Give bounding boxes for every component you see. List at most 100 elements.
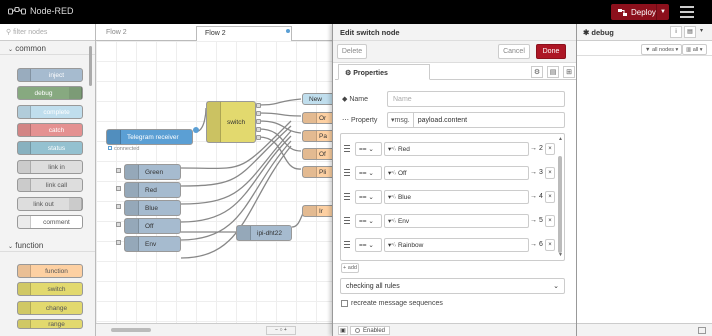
palette-node-status[interactable]: status <box>17 141 83 155</box>
info-icon[interactable]: i <box>670 26 682 38</box>
rules-scrollbar[interactable] <box>558 156 562 253</box>
output-port[interactable] <box>256 103 261 108</box>
flow-canvas[interactable]: switch Telegram receiver connected Green… <box>96 41 336 323</box>
palette-node-switch[interactable]: switch <box>17 282 83 296</box>
inject-button[interactable] <box>116 204 121 209</box>
switch-icon <box>18 283 31 295</box>
inject-button[interactable] <box>116 240 121 245</box>
palette-node-link-call[interactable]: link call <box>17 178 83 192</box>
palette-scrollbar[interactable] <box>89 46 92 86</box>
drag-handle-icon[interactable] <box>344 241 350 248</box>
horizontal-scrollbar[interactable] <box>111 328 151 332</box>
output-port[interactable] <box>256 135 261 140</box>
palette-node-link-out[interactable]: link out <box>17 197 83 211</box>
rule-value-input[interactable]: ▾ ᵃ/ₓ Red <box>384 142 529 156</box>
debug-tab-icon[interactable]: ▤ <box>684 26 696 38</box>
inject-button[interactable] <box>116 186 121 191</box>
sidebar-footer <box>577 323 712 336</box>
settings-tab-icon[interactable]: ⚙ <box>531 66 543 78</box>
right-node[interactable]: Or <box>302 112 336 124</box>
link-call-icon <box>18 179 31 191</box>
telegram-receiver-node[interactable]: Telegram receiver <box>106 129 193 145</box>
rule-operator-select[interactable]: == ⌄ <box>355 238 382 252</box>
inject-button[interactable] <box>116 168 121 173</box>
palette-node-comment[interactable]: comment <box>17 215 83 229</box>
recreate-checkbox[interactable] <box>341 299 348 307</box>
category-function[interactable]: ⌄ function <box>0 238 95 252</box>
node-new[interactable]: New <box>302 93 336 105</box>
right-node[interactable]: Ir <box>302 205 336 217</box>
property-input[interactable]: ▾ msg. payload.content <box>387 112 565 128</box>
palette-node-inject[interactable]: inject <box>17 68 83 82</box>
scroll-up-icon[interactable]: ▲ <box>558 136 563 142</box>
palette-search-input[interactable]: ⚲ filter nodes <box>0 24 95 41</box>
output-port[interactable] <box>256 127 261 132</box>
palette-node-link-in[interactable]: link in <box>17 160 83 174</box>
palette-node-catch[interactable]: catch <box>17 123 83 137</box>
scroll-down-icon[interactable]: ▼ <box>558 252 563 258</box>
remove-rule-icon[interactable]: × <box>545 143 555 155</box>
string-type-icon: ᵃ/ₓ <box>391 146 397 152</box>
palette-node-range[interactable]: range <box>17 319 83 329</box>
rule-output-port: → 6 <box>530 241 543 248</box>
rule-value-input[interactable]: ▾ ᵃ/ₓ Off <box>384 166 529 180</box>
palette-node-complete[interactable]: complete <box>17 105 83 119</box>
rule-operator-select[interactable]: == ⌄ <box>355 190 382 204</box>
rule-operator-select[interactable]: == ⌄ <box>355 166 382 180</box>
zoom-controls[interactable]: − ○ + <box>266 326 296 335</box>
output-port[interactable] <box>256 119 261 124</box>
palette-node-change[interactable]: change <box>17 301 83 315</box>
right-node[interactable]: Pa <box>302 130 336 142</box>
remove-rule-icon[interactable]: × <box>545 191 555 203</box>
inject-node-red[interactable]: Red <box>124 182 181 198</box>
done-button[interactable]: Done <box>536 44 566 59</box>
popout-icon[interactable] <box>698 327 706 334</box>
drag-handle-icon[interactable] <box>344 217 350 224</box>
tab-flow-active[interactable]: Flow 2 <box>196 26 292 41</box>
remove-rule-icon[interactable]: × <box>545 215 555 227</box>
tab-properties[interactable]: ⚙ Properties <box>338 64 430 80</box>
drag-handle-icon[interactable] <box>344 169 350 176</box>
rule-value-input[interactable]: ▾ ᵃ/ₓ Blue <box>384 190 529 204</box>
deploy-dropdown-icon[interactable]: ▼ <box>655 4 669 20</box>
category-common[interactable]: ⌄ common <box>0 41 95 55</box>
add-rule-button[interactable]: + add <box>341 263 359 273</box>
palette-search-placeholder: filter nodes <box>13 29 48 36</box>
inject-node-green[interactable]: Green <box>124 164 181 180</box>
inject-node-off[interactable]: Off <box>124 218 181 234</box>
rule-operator-select[interactable]: == ⌄ <box>355 214 382 228</box>
appearance-tab-icon[interactable]: ⊞ <box>563 66 575 78</box>
rule-value-input[interactable]: ▾ ᵃ/ₓ Rainbow <box>384 238 529 252</box>
palette-node-function[interactable]: function <box>17 264 83 278</box>
enabled-toggle[interactable]: Enabled <box>350 326 391 335</box>
debug-clear-button[interactable]: ▥ all ▾ <box>682 44 707 55</box>
delete-button[interactable]: Delete <box>337 44 367 59</box>
palette-node-debug[interactable]: debug <box>17 86 83 100</box>
inject-node-blue[interactable]: Blue <box>124 200 181 216</box>
node-help-icon[interactable]: ▣ <box>338 326 348 335</box>
description-tab-icon[interactable]: ▤ <box>547 66 559 78</box>
cancel-button[interactable]: Cancel <box>498 44 530 59</box>
sidebar-menu-icon[interactable]: ▾ <box>700 27 703 34</box>
output-port[interactable] <box>256 111 261 116</box>
drag-handle-icon[interactable] <box>344 145 350 152</box>
rule-operator-select[interactable]: == ⌄ <box>355 142 382 156</box>
remove-rule-icon[interactable]: × <box>545 167 555 179</box>
remove-rule-icon[interactable]: × <box>545 239 555 251</box>
check-mode-select[interactable]: checking all rules ⌄ <box>340 278 565 294</box>
deploy-button[interactable]: Deploy ▼ <box>611 4 669 20</box>
debug-filter-button[interactable]: ▼ all nodes ▾ <box>641 44 683 55</box>
main-menu-icon[interactable] <box>680 6 694 18</box>
inject-button[interactable] <box>116 222 121 227</box>
function-icon <box>303 167 317 177</box>
property-type-select[interactable]: ▾ msg. <box>388 113 414 127</box>
right-node[interactable]: Of <box>302 148 336 160</box>
tab-flow[interactable]: Flow 2 <box>98 26 192 41</box>
rule-value-input[interactable]: ▾ ᵃ/ₓ Env <box>384 214 529 228</box>
switch-node[interactable]: switch <box>206 101 256 143</box>
inject-node-env[interactable]: Env <box>124 236 181 252</box>
right-node[interactable]: Pli <box>302 166 336 178</box>
drag-handle-icon[interactable] <box>344 193 350 200</box>
ipi-dht22-node[interactable]: ipi-dht22 <box>236 225 292 241</box>
name-input[interactable]: Name <box>387 91 565 107</box>
